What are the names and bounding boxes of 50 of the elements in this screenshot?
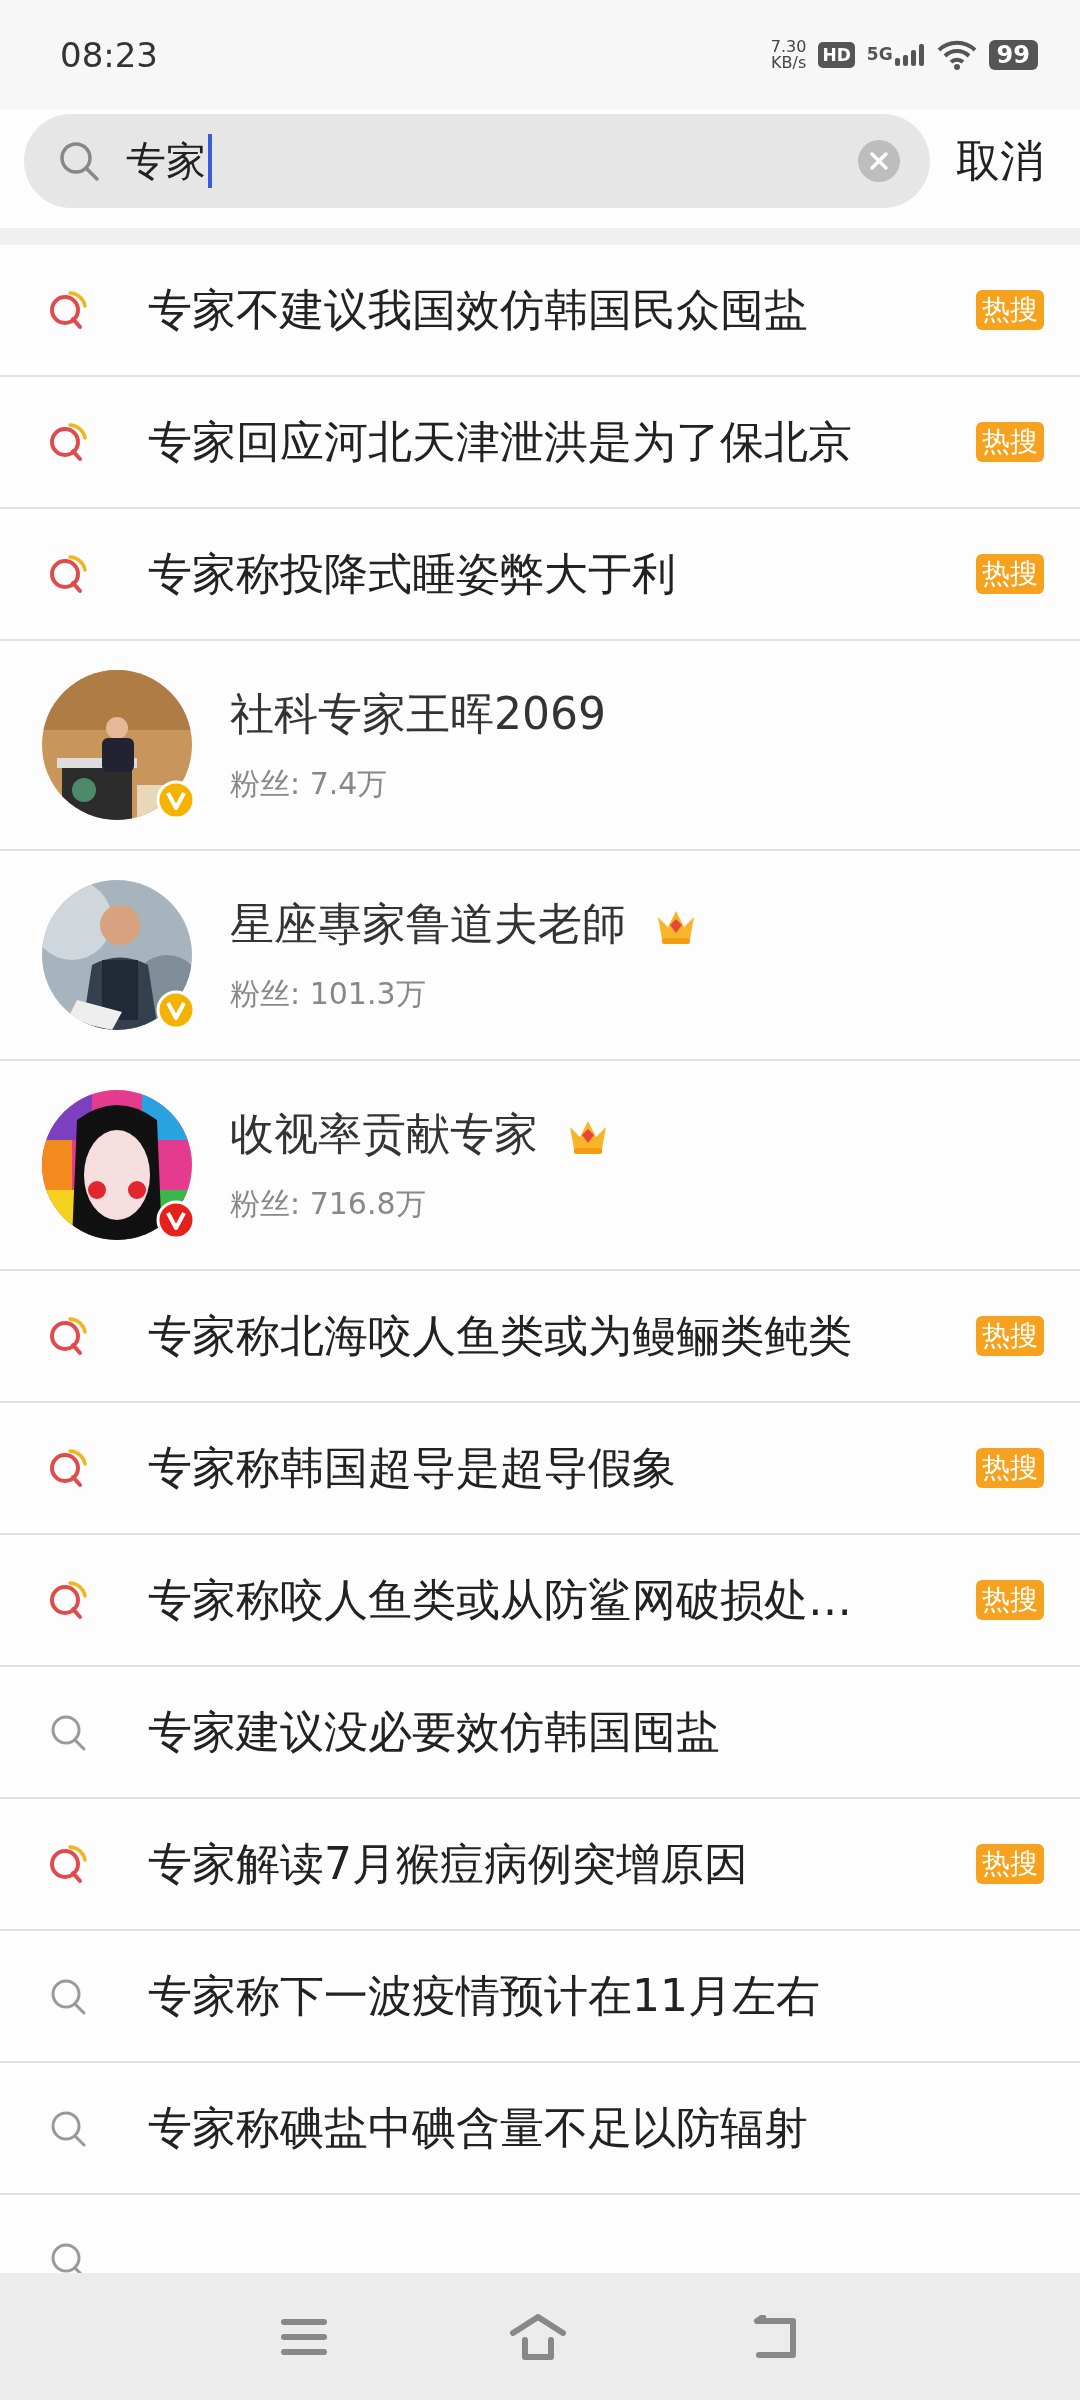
battery-indicator: 99 [988,40,1038,70]
search-suggestion[interactable]: 专家称韩国超导是超导假象 热搜 [0,1403,1080,1535]
follower-count: 粉丝: 716.8万 [230,1185,427,1223]
signal-icon [894,44,925,66]
hot-search-badge: 热搜 [976,1448,1044,1488]
suggestion-text: 专家称咬人鱼类或从防鲨网破损处… [148,1572,853,1627]
follower-count: 粉丝: 7.4万 [230,765,389,803]
suggestion-text: 专家回应河北天津泄洪是为了保北京 [148,414,853,469]
wifi-icon [936,40,977,70]
suggestion-text: 专家称下一波疫情预计在11月左右 [148,1968,821,2023]
search-suggestion[interactable]: 专家建议没必要效仿韩国囤盐 [0,1667,1080,1799]
search-suggestion[interactable]: 专家不建议我国效仿韩国民众囤盐 热搜 [0,245,1080,377]
network-speed: 7.30 [770,39,807,55]
suggestion-text: 专家称韩国超导是超导假象 [148,1440,677,1495]
suggestion-text: 专家解读7月猴痘病例突增原因 [148,1836,749,1891]
hot-search-badge: 热搜 [976,1316,1044,1356]
network-type: 5G [866,44,893,64]
search-suggestion[interactable]: 专家称投降式睡姿弊大于利 热搜 [0,509,1080,641]
search-suggestion[interactable]: 专家称咬人鱼类或从防鲨网破损处… 热搜 [0,1535,1080,1667]
search-suggestion[interactable]: 专家称下一波疫情预计在11月左右 [0,1931,1080,2063]
follower-count: 粉丝: 101.3万 [230,975,427,1013]
hot-search-badge: 热搜 [976,422,1044,462]
home-icon[interactable] [509,2313,567,2360]
search-icon [58,140,100,182]
menu-icon[interactable] [281,2317,327,2356]
user-name: 社科专家王晖2069 [230,687,606,741]
user-result[interactable]: 收视率贡献专家 粉丝: 716.8万 [0,1061,1080,1271]
hot-search-badge: 热搜 [976,1844,1044,1884]
user-result[interactable]: 星座專家鲁道夫老師 粉丝: 101.3万 [0,851,1080,1061]
hd-badge: HD [818,42,855,68]
hot-search-badge: 热搜 [976,1580,1044,1620]
search-suggestion[interactable]: 专家称北海咬人鱼类或为鳗鲡类鲀类 热搜 [0,1271,1080,1403]
speed-unit: KB/s [771,55,807,71]
cancel-button[interactable]: 取消 [956,114,1044,208]
search-field[interactable]: 专家 [24,114,930,208]
clock: 08:23 [60,35,158,75]
suggestion-text: 专家不建议我国效仿韩国民众囤盐 [148,282,809,337]
suggestion-text: 专家称北海咬人鱼类或为鳗鲡类鲀类 [148,1308,853,1363]
suggestion-text: 专家称投降式睡姿弊大于利 [148,546,677,601]
search-suggestion[interactable]: 专家称碘盐中碘含量不足以防辐射 [0,2063,1080,2195]
search-suggestion[interactable]: 专家解读7月猴痘病例突增原因 热搜 [0,1799,1080,1931]
suggestion-text: 专家称碘盐中碘含量不足以防辐射 [148,2100,809,2155]
hot-search-badge: 热搜 [976,290,1044,330]
hot-search-badge: 热搜 [976,554,1044,594]
user-name: 星座專家鲁道夫老師 [230,897,626,951]
search-suggestion[interactable]: 专家回应河北天津泄洪是为了保北京 热搜 [0,377,1080,509]
suggestion-text: 专家建议没必要效仿韩国囤盐 [148,1704,721,1759]
clear-icon[interactable] [858,140,900,182]
user-result[interactable]: 社科专家王晖2069 粉丝: 7.4万 [0,641,1080,851]
user-name: 收视率贡献专家 [230,1107,538,1161]
